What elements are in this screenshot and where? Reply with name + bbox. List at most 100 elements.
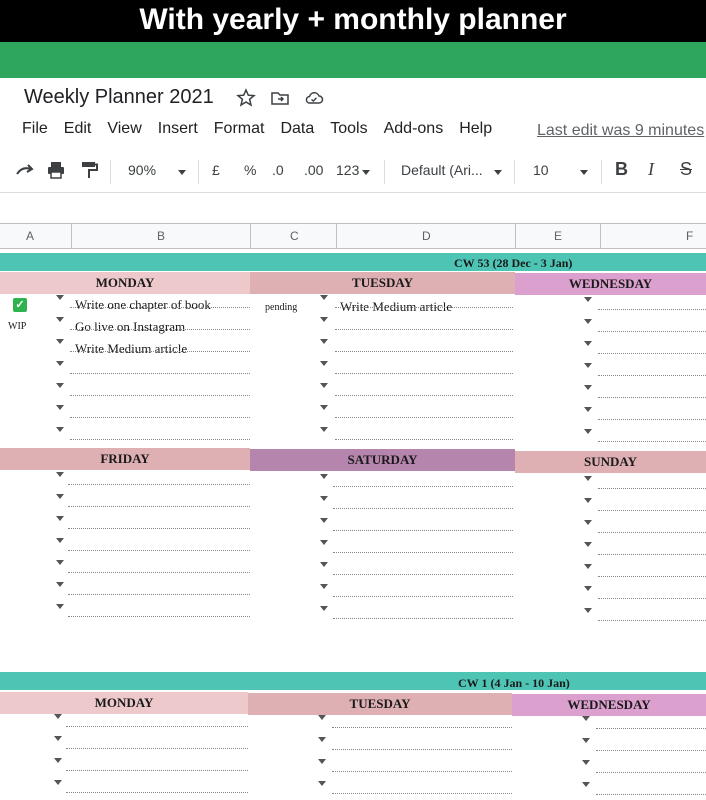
menu-edit[interactable]: Edit: [64, 120, 92, 138]
dropdown-arrow-icon[interactable]: [320, 474, 328, 479]
dropdown-arrow-icon[interactable]: [56, 427, 64, 432]
dropdown-arrow-icon[interactable]: [320, 540, 328, 545]
column-header-a[interactable]: A: [26, 229, 34, 243]
dropdown-arrow-icon[interactable]: [584, 363, 592, 368]
dropdown-arrow-icon[interactable]: [320, 606, 328, 611]
font-size-select[interactable]: 10: [533, 162, 549, 178]
zoom-chevron-down-icon[interactable]: [178, 170, 186, 175]
dropdown-arrow-icon[interactable]: [318, 737, 326, 742]
font-size-chevron-icon[interactable]: [580, 170, 588, 175]
dropdown-arrow-icon[interactable]: [56, 361, 64, 366]
dropdown-arrow-icon[interactable]: [320, 496, 328, 501]
dropdown-arrow-icon[interactable]: [320, 427, 328, 432]
font-chevron-down-icon[interactable]: [494, 170, 502, 175]
menu-file[interactable]: File: [22, 120, 48, 138]
redo-icon[interactable]: [14, 160, 36, 183]
zoom-select[interactable]: 90%: [128, 162, 156, 178]
menu-help[interactable]: Help: [459, 120, 492, 138]
task-text[interactable]: Write Medium article: [75, 341, 187, 357]
dropdown-arrow-icon[interactable]: [320, 584, 328, 589]
dropdown-arrow-icon[interactable]: [584, 586, 592, 591]
dropdown-arrow-icon[interactable]: [584, 542, 592, 547]
dropdown-arrow-icon[interactable]: [56, 538, 64, 543]
dropdown-arrow-icon[interactable]: [320, 383, 328, 388]
bold-button[interactable]: B: [615, 159, 628, 180]
dropdown-arrow-icon[interactable]: [56, 383, 64, 388]
column-header-c[interactable]: C: [290, 229, 299, 243]
dropdown-arrow-icon[interactable]: [56, 494, 64, 499]
dropdown-arrow-icon[interactable]: [318, 715, 326, 720]
menu-format[interactable]: Format: [214, 120, 265, 138]
dropdown-arrow-icon[interactable]: [320, 562, 328, 567]
dropdown-arrow-icon[interactable]: [54, 758, 62, 763]
menu-data[interactable]: Data: [280, 120, 314, 138]
menu-view[interactable]: View: [107, 120, 141, 138]
strikethrough-button[interactable]: S: [680, 159, 692, 180]
italic-button[interactable]: I: [648, 159, 654, 180]
decrease-decimal-button[interactable]: .0: [272, 162, 284, 178]
dropdown-arrow-icon[interactable]: [584, 429, 592, 434]
increase-decimal-button[interactable]: .00: [304, 162, 323, 178]
font-select[interactable]: Default (Ari...: [401, 162, 483, 178]
star-icon[interactable]: [236, 88, 256, 108]
dropdown-arrow-icon[interactable]: [582, 760, 590, 765]
day-header-saturday: SATURDAY: [250, 449, 515, 471]
dropdown-arrow-icon[interactable]: [56, 317, 64, 322]
menu-insert[interactable]: Insert: [158, 120, 198, 138]
column-header-d[interactable]: D: [422, 229, 431, 243]
dropdown-arrow-icon[interactable]: [320, 295, 328, 300]
dropdown-arrow-icon[interactable]: [56, 339, 64, 344]
dropdown-arrow-icon[interactable]: [320, 317, 328, 322]
print-icon[interactable]: [46, 160, 66, 183]
dropdown-arrow-icon[interactable]: [320, 518, 328, 523]
dropdown-arrow-icon[interactable]: [584, 341, 592, 346]
column-header-f[interactable]: F: [686, 229, 693, 243]
dropdown-arrow-icon[interactable]: [54, 714, 62, 719]
status-badge[interactable]: WIP: [8, 321, 26, 332]
dropdown-arrow-icon[interactable]: [584, 407, 592, 412]
doc-title[interactable]: Weekly Planner 2021: [24, 86, 214, 109]
number-format-chevron-icon[interactable]: [362, 170, 370, 175]
dropdown-arrow-icon[interactable]: [582, 716, 590, 721]
paint-format-icon[interactable]: [80, 160, 98, 183]
task-row-line: [335, 373, 513, 374]
column-header-b[interactable]: B: [157, 229, 165, 243]
dropdown-arrow-icon[interactable]: [584, 297, 592, 302]
dropdown-arrow-icon[interactable]: [584, 608, 592, 613]
dropdown-arrow-icon[interactable]: [56, 295, 64, 300]
last-edit-link[interactable]: Last edit was 9 minutes: [537, 122, 704, 140]
status-badge[interactable]: pending: [265, 302, 297, 313]
dropdown-arrow-icon[interactable]: [320, 361, 328, 366]
dropdown-arrow-icon[interactable]: [54, 736, 62, 741]
column-header-e[interactable]: E: [554, 229, 562, 243]
number-format-button[interactable]: 123: [336, 162, 359, 178]
task-text[interactable]: Go live on Instagram: [75, 319, 185, 335]
menu-addons[interactable]: Add-ons: [384, 120, 444, 138]
dropdown-arrow-icon[interactable]: [582, 782, 590, 787]
dropdown-arrow-icon[interactable]: [584, 476, 592, 481]
move-folder-icon[interactable]: [270, 88, 290, 108]
dropdown-arrow-icon[interactable]: [584, 385, 592, 390]
dropdown-arrow-icon[interactable]: [56, 516, 64, 521]
menu-tools[interactable]: Tools: [330, 120, 367, 138]
dropdown-arrow-icon[interactable]: [318, 781, 326, 786]
dropdown-arrow-icon[interactable]: [584, 498, 592, 503]
dropdown-arrow-icon[interactable]: [56, 582, 64, 587]
dropdown-arrow-icon[interactable]: [584, 319, 592, 324]
dropdown-arrow-icon[interactable]: [584, 520, 592, 525]
dropdown-arrow-icon[interactable]: [56, 560, 64, 565]
dropdown-arrow-icon[interactable]: [56, 405, 64, 410]
task-text[interactable]: Write one chapter of book: [75, 297, 211, 313]
dropdown-arrow-icon[interactable]: [320, 405, 328, 410]
percent-format-button[interactable]: %: [244, 162, 256, 178]
dropdown-arrow-icon[interactable]: [582, 738, 590, 743]
task-row-line: [598, 441, 706, 442]
cloud-status-icon[interactable]: [304, 88, 324, 108]
dropdown-arrow-icon[interactable]: [318, 759, 326, 764]
dropdown-arrow-icon[interactable]: [54, 780, 62, 785]
dropdown-arrow-icon[interactable]: [320, 339, 328, 344]
dropdown-arrow-icon[interactable]: [56, 604, 64, 609]
dropdown-arrow-icon[interactable]: [56, 472, 64, 477]
currency-format-button[interactable]: £: [212, 162, 220, 178]
dropdown-arrow-icon[interactable]: [584, 564, 592, 569]
